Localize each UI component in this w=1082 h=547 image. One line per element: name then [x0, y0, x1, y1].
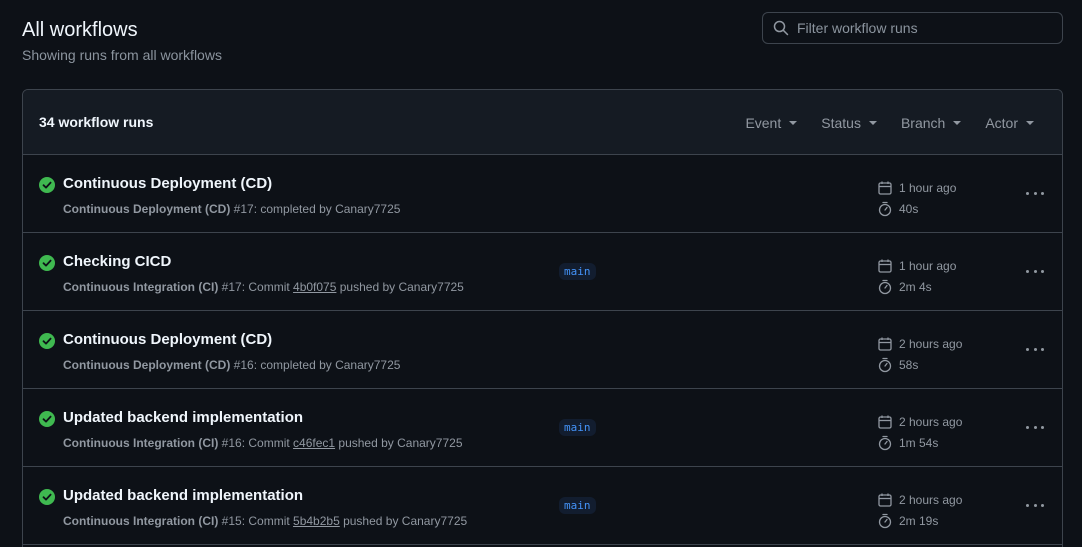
calendar-icon [878, 181, 892, 195]
run-number: #17 [221, 280, 242, 294]
list-header: 34 workflow runs Event Status Branch Act… [23, 90, 1062, 155]
run-meta: Continuous Integration (CI) #15: Commit … [63, 514, 467, 528]
commit-link[interactable]: 5b4b2b5 [293, 514, 340, 528]
page-title: All workflows [22, 19, 138, 41]
run-description: : Commit [241, 514, 294, 528]
kebab-horizontal-icon[interactable] [1023, 261, 1047, 281]
run-duration: 58s [899, 357, 919, 372]
workflow-runs-list: 34 workflow runs Event Status Branch Act… [22, 89, 1063, 547]
run-meta: Continuous Deployment (CD) #17: complete… [63, 202, 400, 216]
filter-branch[interactable]: Branch [900, 114, 962, 131]
search-input[interactable] [797, 20, 1047, 36]
stopwatch-icon [878, 279, 892, 294]
run-timing: 2 hours ago 58s [877, 333, 962, 375]
kebab-horizontal-icon[interactable] [1023, 183, 1047, 203]
run-timing: 1 hour ago 40s [877, 177, 956, 219]
kebab-horizontal-icon[interactable] [1023, 339, 1047, 359]
run-time: 1 hour ago [899, 180, 957, 195]
workflow-name: Continuous Deployment (CD) [63, 358, 231, 372]
branch-label[interactable]: main [559, 497, 596, 514]
run-actor: pushed by Canary7725 [335, 436, 463, 450]
run-meta: Continuous Deployment (CD) #16: complete… [63, 358, 400, 372]
caret-down-icon [789, 120, 798, 125]
run-number: #16 [233, 358, 254, 372]
run-timing: 2 hours ago 2m 19s [877, 489, 962, 531]
calendar-icon [878, 415, 892, 429]
filter-event[interactable]: Event [745, 114, 798, 131]
run-time: 2 hours ago [899, 336, 963, 351]
calendar-icon [878, 493, 892, 507]
filter-bar: Event Status Branch Actor [721, 90, 1034, 155]
run-meta: Continuous Integration (CI) #17: Commit … [63, 280, 464, 294]
workflow-name: Continuous Integration (CI) [63, 514, 219, 528]
workflow-name: Continuous Integration (CI) [63, 280, 219, 294]
calendar-icon [878, 259, 892, 273]
table-row[interactable]: Updated backend implementation Continuous… [23, 467, 1062, 545]
run-duration: 2m 19s [899, 513, 939, 528]
table-row[interactable]: Continuous Deployment (CD) Continuous Dep… [23, 311, 1062, 389]
branch-label[interactable]: main [559, 419, 596, 436]
caret-down-icon [953, 120, 962, 125]
check-circle-icon [39, 177, 55, 193]
workflow-name: Continuous Deployment (CD) [63, 202, 231, 216]
caret-down-icon [868, 120, 877, 125]
run-count: 34 workflow runs [39, 114, 154, 130]
run-time: 2 hours ago [899, 414, 963, 429]
stopwatch-icon [878, 435, 892, 450]
search-box[interactable] [762, 12, 1063, 44]
run-actor: pushed by Canary7725 [336, 280, 464, 294]
kebab-horizontal-icon[interactable] [1023, 495, 1047, 515]
run-duration: 40s [899, 201, 919, 216]
commit-link[interactable]: c46fec1 [293, 436, 335, 450]
filter-status[interactable]: Status [821, 115, 877, 131]
stopwatch-icon [878, 513, 892, 528]
run-number: #17 [233, 202, 254, 216]
branch-label[interactable]: main [559, 263, 596, 280]
run-title-link[interactable]: Updated backend implementation [63, 487, 303, 504]
stopwatch-icon [878, 357, 892, 372]
run-actor: pushed by Canary7725 [339, 514, 468, 528]
run-description: : completed by Canary7725 [253, 202, 401, 216]
run-timing: 2 hours ago 1m 54s [877, 411, 962, 453]
run-title-link[interactable]: Checking CICD [63, 253, 171, 270]
run-title-link[interactable]: Continuous Deployment (CD) [63, 175, 272, 192]
check-circle-icon [39, 333, 55, 349]
run-title-link[interactable]: Continuous Deployment (CD) [63, 331, 272, 348]
calendar-icon [878, 337, 892, 351]
workflow-name: Continuous Integration (CI) [63, 436, 219, 450]
caret-down-icon [1026, 120, 1034, 125]
run-number: #15 [221, 514, 242, 528]
run-description: : Commit [241, 436, 294, 450]
run-time: 2 hours ago [899, 492, 963, 507]
kebab-horizontal-icon[interactable] [1023, 417, 1047, 437]
filter-actor[interactable]: Actor [985, 115, 1034, 131]
stopwatch-icon [878, 201, 892, 216]
run-duration: 1m 54s [899, 435, 939, 450]
run-time: 1 hour ago [899, 258, 957, 273]
filter-actor-label: Actor [985, 114, 1018, 131]
check-circle-icon [39, 255, 55, 271]
run-number: #16 [221, 436, 242, 450]
page-subtitle: Showing runs from all workflows [22, 47, 222, 63]
table-row[interactable]: Updated backend implementation Continuous… [23, 389, 1062, 467]
filter-status-label: Status [821, 114, 861, 131]
run-duration: 2m 4s [899, 279, 932, 294]
search-icon [773, 20, 789, 36]
filter-event-label: Event [745, 114, 782, 131]
check-circle-icon [39, 411, 55, 427]
check-circle-icon [39, 489, 55, 505]
run-timing: 1 hour ago 2m 4s [877, 255, 956, 297]
run-meta: Continuous Integration (CI) #16: Commit … [63, 436, 463, 450]
run-title-link[interactable]: Updated backend implementation [63, 409, 303, 426]
table-row[interactable]: Continuous Deployment (CD) Continuous Dep… [23, 155, 1062, 233]
run-description: : completed by Canary7725 [253, 358, 401, 372]
table-row[interactable]: Checking CICD Continuous Integration (CI)… [23, 233, 1062, 311]
filter-branch-label: Branch [900, 114, 946, 131]
commit-link[interactable]: 4b0f075 [293, 280, 336, 294]
run-description: : Commit [241, 280, 294, 294]
